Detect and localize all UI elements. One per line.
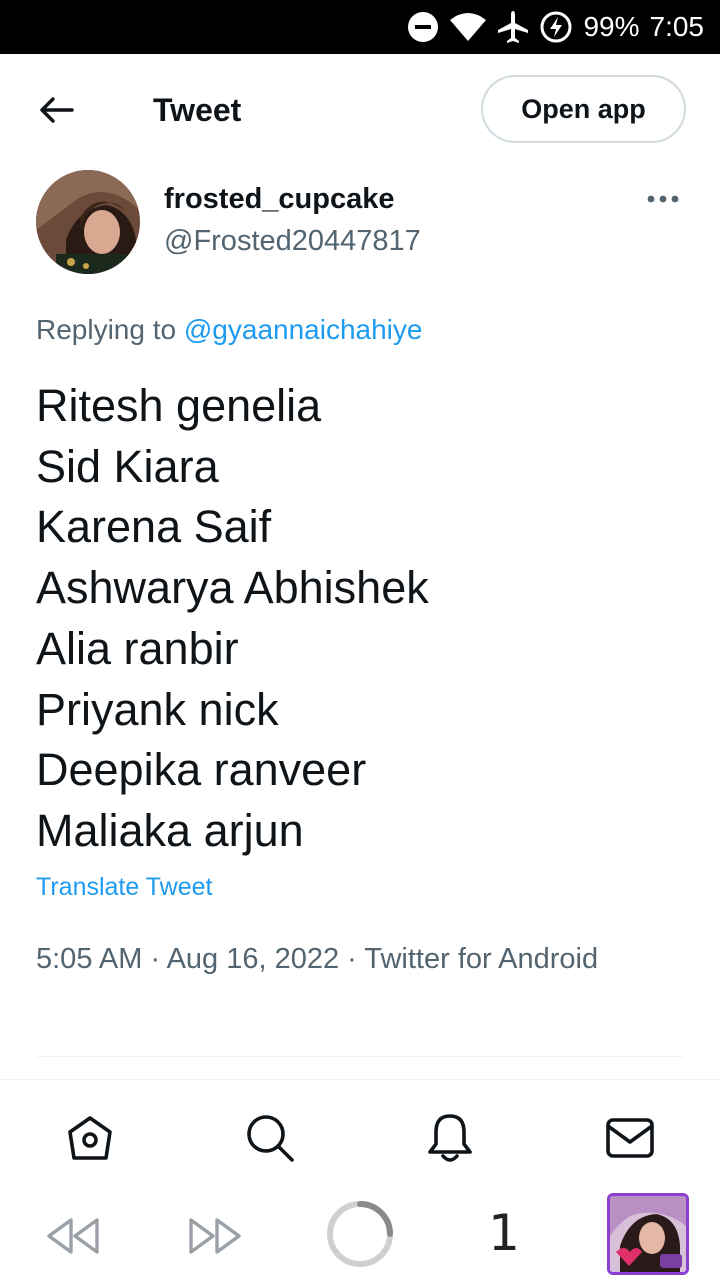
nav-home[interactable] (60, 1110, 120, 1166)
nav-messages[interactable] (600, 1110, 660, 1166)
tweet-timestamp[interactable]: 5:05 AM · Aug 16, 2022 · Twitter for And… (36, 938, 636, 980)
bottom-nav (0, 1080, 720, 1190)
loading-spinner-icon (327, 1201, 393, 1267)
messages-icon (606, 1118, 654, 1158)
more-options-button[interactable] (640, 182, 686, 216)
tweet-line: Karena Saif (36, 501, 272, 553)
tab-count: 1 (488, 1204, 520, 1262)
tab-count-button[interactable]: 1 (476, 1198, 532, 1268)
do-not-disturb-icon (407, 11, 439, 43)
rewind-icon (47, 1218, 99, 1254)
avatar-image (36, 170, 140, 274)
replying-prefix: Replying to (36, 314, 184, 345)
tweet-line: Maliaka arjun (36, 804, 304, 856)
more-icon (647, 195, 679, 203)
browser-forward-button[interactable] (182, 1208, 250, 1264)
tweet-line: Alia ranbir (36, 622, 239, 674)
tweet-text: Ritesh genelia Sid Kiara Karena Saif Ash… (36, 376, 686, 862)
back-arrow-icon (40, 97, 74, 123)
notifications-icon (428, 1114, 472, 1162)
profile-image (610, 1196, 686, 1272)
display-name[interactable]: frosted_cupcake (164, 182, 395, 216)
user-handle[interactable]: @Frosted20447817 (164, 224, 421, 258)
avatar[interactable] (36, 170, 140, 274)
search-icon (247, 1115, 294, 1162)
tweet-line: Ashwarya Abhishek (36, 562, 429, 614)
wifi-icon (449, 12, 487, 42)
battery-percent: 99% (583, 11, 640, 42)
translate-tweet-link[interactable]: Translate Tweet (36, 870, 212, 904)
airplane-mode-icon (497, 10, 529, 44)
status-bar-right: 99% 7:05 (407, 0, 704, 54)
open-app-button[interactable]: Open app (481, 75, 686, 143)
page-title: Tweet (153, 92, 242, 128)
back-button[interactable] (32, 90, 80, 130)
clock: 7:05 (649, 11, 705, 42)
tweet-line: Sid Kiara (36, 440, 219, 492)
nav-search[interactable] (240, 1110, 300, 1166)
replying-to-mention[interactable]: @gyaannaichahiye (184, 314, 423, 345)
top-bar: Tweet Open app (0, 54, 720, 164)
tweet-line: Deepika ranveer (36, 744, 367, 796)
divider (36, 1056, 684, 1057)
browser-reload-button[interactable] (324, 1198, 396, 1270)
tweet-line: Priyank nick (36, 683, 279, 735)
browser-back-button[interactable] (38, 1208, 106, 1264)
fast-forward-icon (189, 1218, 241, 1254)
battery-saver-icon (539, 10, 573, 44)
nav-notifications[interactable] (420, 1110, 480, 1166)
tweet-line: Ritesh genelia (36, 380, 322, 431)
browser-toolbar: 1 (0, 1190, 720, 1280)
profile-thumbnail (607, 1193, 689, 1275)
status-bar: 99% 7:05 (0, 0, 720, 54)
profile-button[interactable] (606, 1192, 690, 1276)
home-icon (68, 1116, 112, 1160)
replying-to: Replying to @gyaannaichahiye (36, 312, 422, 348)
